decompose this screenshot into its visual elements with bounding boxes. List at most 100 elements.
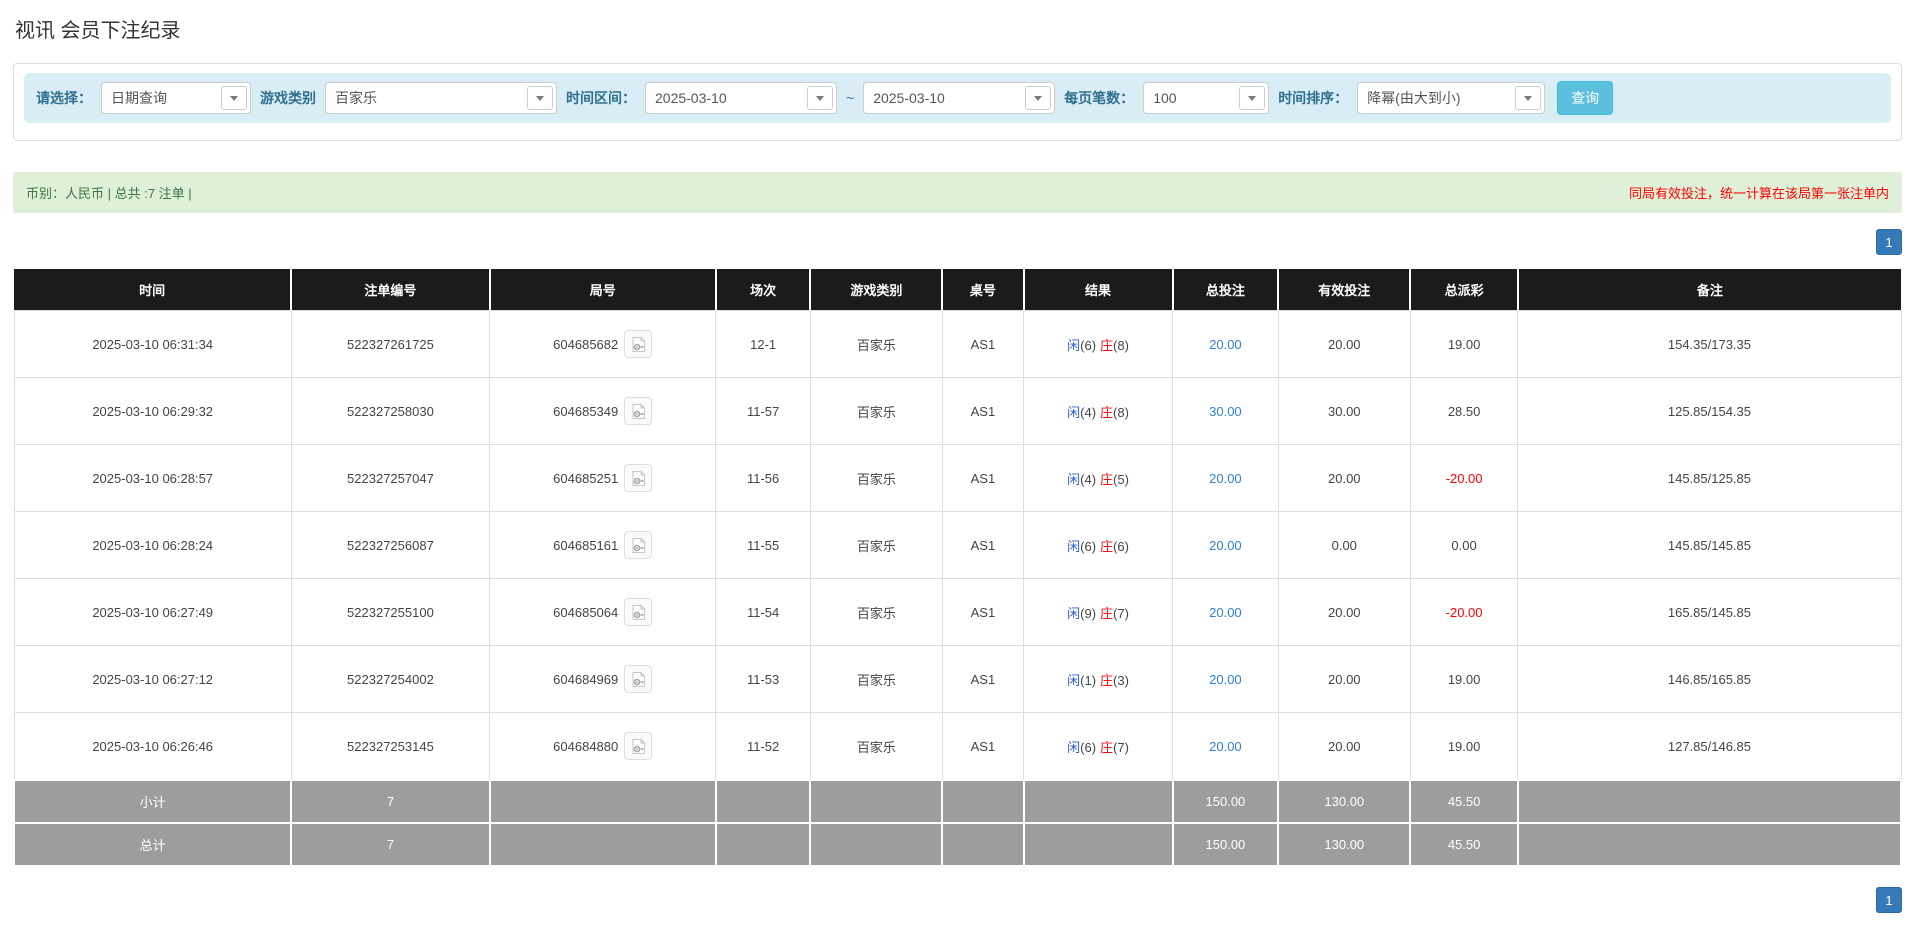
payout-cell: 0.00: [1409, 511, 1519, 579]
total-bet-link[interactable]: 20.00: [1209, 605, 1242, 620]
chevron-down-icon[interactable]: [807, 86, 833, 110]
filter-panel: 请选择： 日期查询 游戏类别 百家乐 时间区间： 2025-03-10 ~ 20…: [13, 63, 1902, 141]
sort-order-select[interactable]: 降幂(由大到小): [1357, 82, 1546, 114]
payout-cell: 19.00: [1409, 645, 1519, 713]
result-banker: 庄: [1100, 538, 1114, 554]
total-bet-link[interactable]: 30.00: [1209, 404, 1242, 419]
time-cell: 2025-03-10 06:27:12: [13, 645, 292, 713]
page-size-select[interactable]: 100: [1143, 82, 1270, 114]
valid-bet-cell: 20.00: [1277, 645, 1411, 713]
valid-bet-cell: 20.00: [1277, 578, 1411, 646]
result-player-score: (4): [1080, 471, 1097, 487]
result-player: 闲: [1067, 404, 1081, 420]
header-round-no: 局号: [488, 269, 716, 311]
video-replay-button[interactable]: [624, 665, 653, 693]
pagination-top: 1: [13, 229, 1902, 255]
total-total-bet: 150.00: [1171, 822, 1280, 867]
time-cell: 2025-03-10 06:29:32: [13, 377, 292, 445]
result-player-score: (6): [1080, 538, 1097, 554]
video-icon: [632, 603, 646, 620]
date-from-select[interactable]: 2025-03-10: [645, 82, 837, 114]
chevron-down-icon[interactable]: [1025, 86, 1052, 110]
result-cell: 闲(6) 庄(7): [1022, 712, 1174, 781]
empty-cell: [809, 779, 944, 824]
table-row: 2025-03-10 06:27:12 522327254002 6046849…: [13, 645, 1902, 713]
video-replay-button[interactable]: [624, 531, 653, 559]
search-button[interactable]: 查询: [1557, 81, 1614, 115]
note-cell: 145.85/145.85: [1517, 511, 1902, 579]
result-player-score: (9): [1080, 605, 1097, 621]
bet-no-cell: 522327254002: [290, 645, 491, 713]
table-row: 2025-03-10 06:31:34 522327261725 6046856…: [13, 310, 1902, 378]
result-player-score: (1): [1080, 672, 1097, 688]
sort-order-value: 降幂(由大到小): [1367, 90, 1461, 106]
bet-no-cell: 522327253145: [290, 712, 491, 781]
table-row: 2025-03-10 06:27:49 522327255100 6046850…: [13, 578, 1902, 646]
total-bet-link[interactable]: 20.00: [1209, 672, 1242, 687]
round-no-value: 604684880: [553, 738, 619, 754]
subtotal-valid-bet: 130.00: [1277, 779, 1412, 824]
result-player: 闲: [1067, 605, 1081, 621]
table-no-cell: AS1: [941, 645, 1025, 713]
result-player-score: (6): [1080, 337, 1097, 353]
game-type-select[interactable]: 百家乐: [325, 82, 557, 114]
summary-bar: 币别：人民币 | 总共 :7 注单 | 同局有效投注，统一计算在该局第一张注单内: [13, 172, 1902, 213]
page-size-label: 每页笔数：: [1064, 90, 1135, 106]
session-cell: 11-56: [715, 444, 811, 512]
table-header-row: 时间 注单编号 局号 场次 游戏类别 桌号 结果 总投注 有效投注 总派彩 备注: [14, 269, 1901, 311]
total-bet-link[interactable]: 20.00: [1209, 471, 1242, 486]
video-replay-button[interactable]: [624, 330, 653, 358]
video-replay-button[interactable]: [624, 464, 653, 492]
result-banker: 庄: [1100, 471, 1114, 487]
time-cell: 2025-03-10 06:27:49: [13, 578, 292, 646]
round-no-value: 604685349: [553, 403, 619, 419]
time-cell: 2025-03-10 06:31:34: [13, 310, 292, 378]
time-cell: 2025-03-10 06:28:24: [13, 511, 292, 579]
date-range-label: 时间区间：: [566, 90, 636, 106]
round-no-cell: 604684969: [488, 645, 717, 713]
table-row: 2025-03-10 06:26:46 522327253145 6046848…: [13, 712, 1902, 781]
valid-bet-cell: 0.00: [1277, 511, 1411, 579]
empty-cell: [941, 779, 1025, 824]
game-type-cell: 百家乐: [809, 310, 943, 378]
game-type-cell: 百家乐: [809, 712, 943, 781]
video-replay-button[interactable]: [624, 732, 653, 760]
result-banker: 庄: [1100, 404, 1114, 420]
valid-bet-cell: 30.00: [1277, 377, 1411, 445]
round-no-cell: 604685349: [488, 377, 717, 445]
chevron-down-icon[interactable]: [1515, 86, 1542, 110]
total-bet-link[interactable]: 20.00: [1209, 337, 1242, 352]
video-replay-button[interactable]: [624, 598, 653, 626]
chevron-down-icon[interactable]: [527, 86, 553, 110]
video-icon: [632, 335, 646, 352]
empty-cell: [1022, 779, 1174, 824]
pagination-page-1-button[interactable]: 1: [1876, 887, 1902, 913]
query-type-select[interactable]: 日期查询: [101, 82, 251, 114]
round-no-cell: 604685161: [488, 511, 717, 579]
video-replay-button[interactable]: [624, 397, 653, 425]
chevron-down-icon[interactable]: [1239, 86, 1266, 110]
total-valid-bet: 130.00: [1277, 822, 1412, 867]
empty-cell: [714, 779, 812, 824]
total-bet-link[interactable]: 20.00: [1209, 538, 1242, 553]
date-to-select[interactable]: 2025-03-10: [863, 82, 1056, 114]
subtotal-row: 小计 7 150.00 130.00 45.50: [12, 779, 1903, 824]
header-time: 时间: [14, 269, 292, 311]
game-type-cell: 百家乐: [809, 511, 943, 579]
header-table-no: 桌号: [941, 269, 1024, 311]
video-icon: [632, 536, 646, 553]
result-cell: 闲(6) 庄(8): [1022, 310, 1174, 378]
chevron-down-icon[interactable]: [221, 86, 247, 110]
subtotal-payout: 45.50: [1409, 779, 1519, 824]
header-note: 备注: [1516, 269, 1901, 311]
round-no-value: 604685251: [553, 470, 619, 486]
total-bet-link[interactable]: 20.00: [1209, 739, 1242, 754]
pagination-page-1-button[interactable]: 1: [1876, 229, 1902, 255]
payout-cell: 19.00: [1409, 310, 1519, 378]
video-icon: [632, 670, 646, 687]
header-session: 场次: [714, 269, 811, 311]
game-type-cell: 百家乐: [809, 444, 943, 512]
result-cell: 闲(1) 庄(3): [1022, 645, 1174, 713]
round-no-cell: 604685251: [488, 444, 717, 512]
bet-no-cell: 522327256087: [290, 511, 491, 579]
